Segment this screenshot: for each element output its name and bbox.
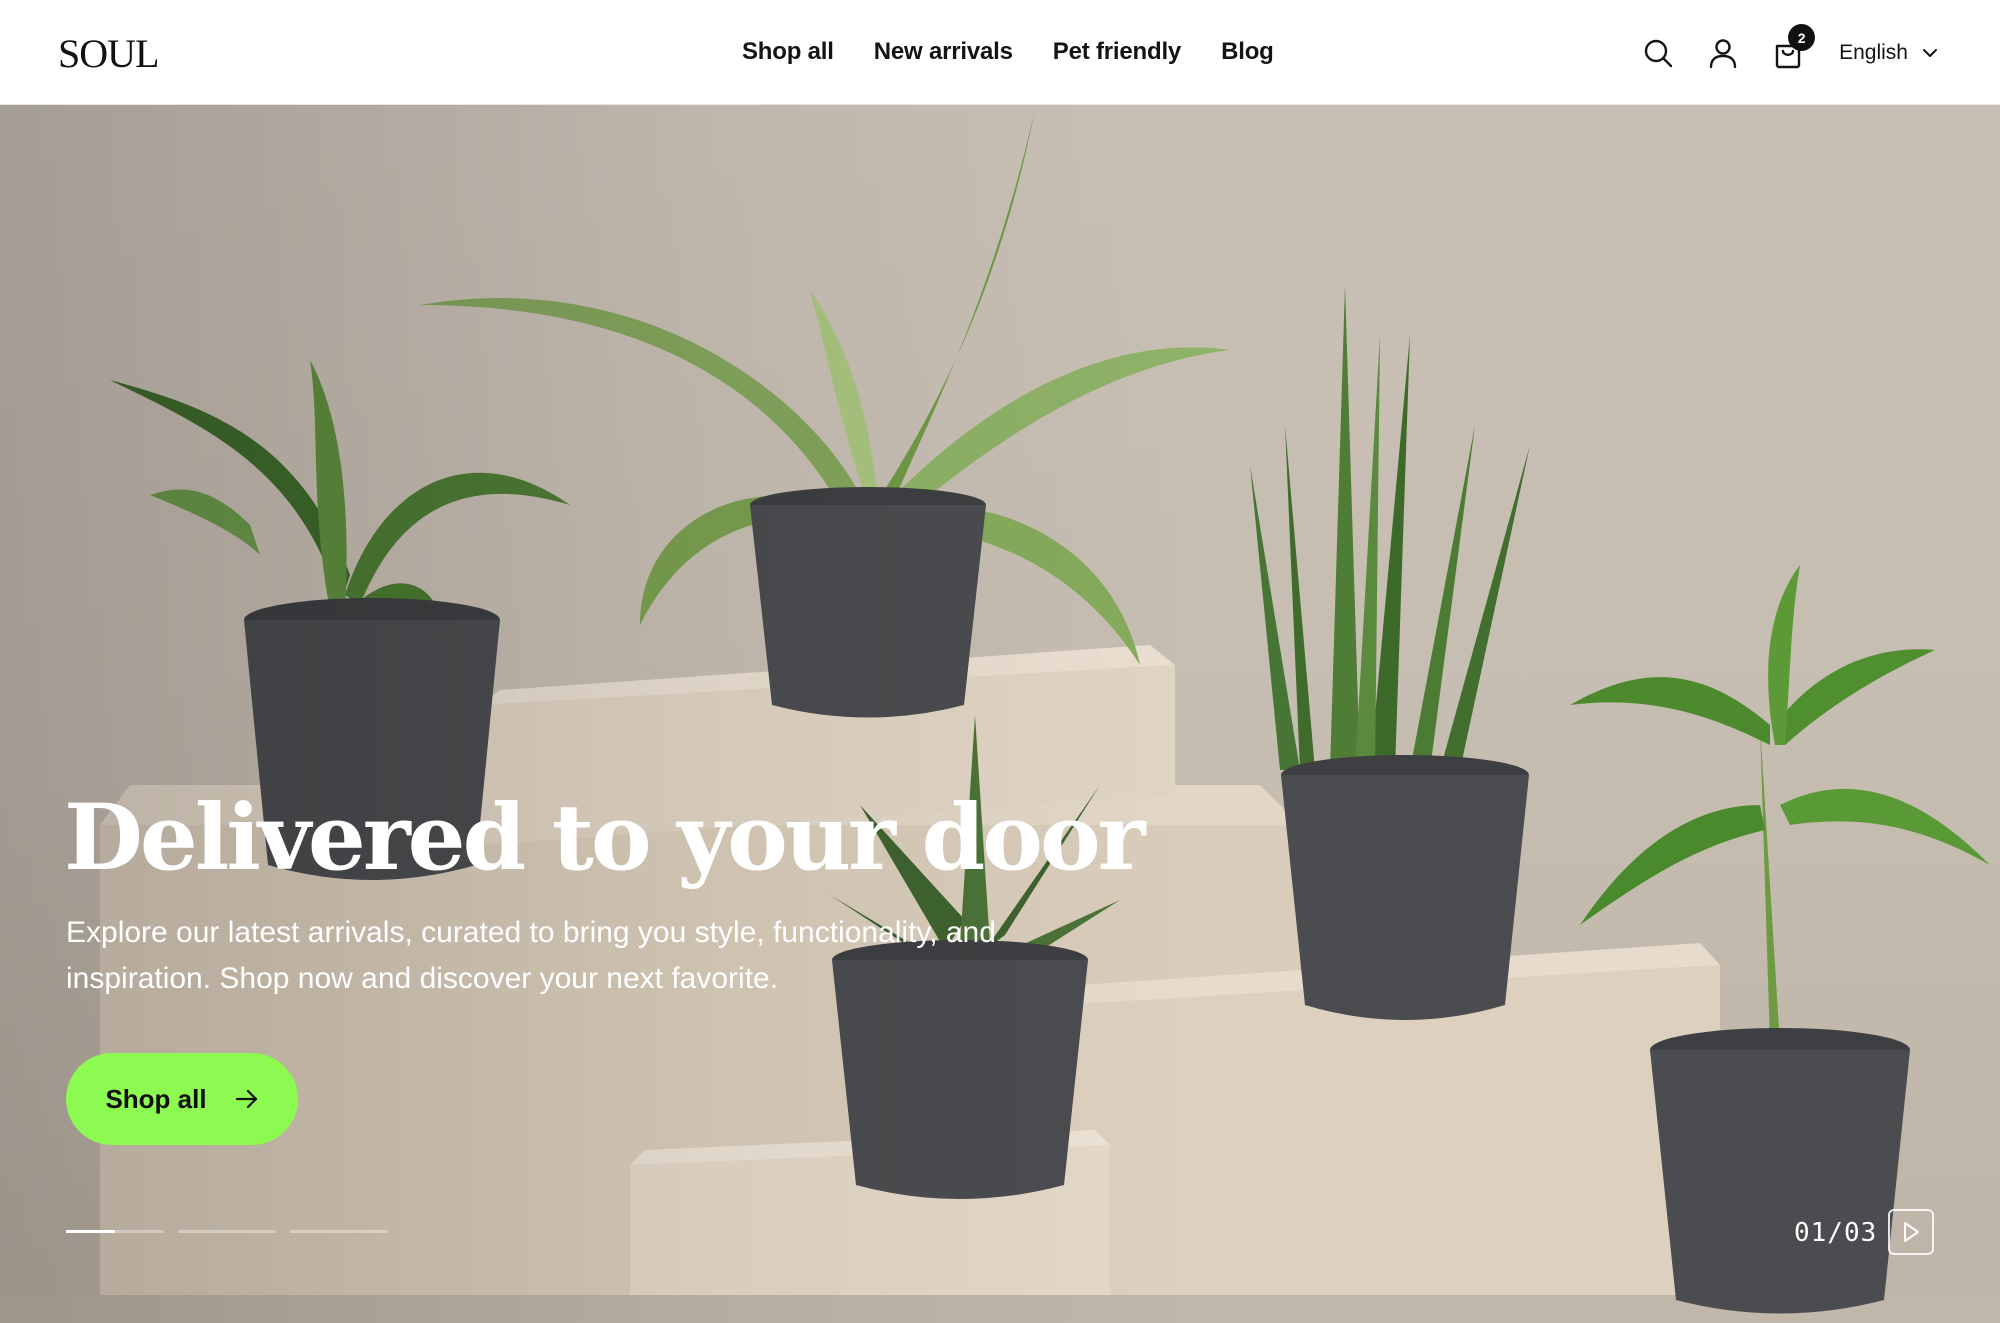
slide-progress-item[interactable] — [178, 1230, 276, 1233]
language-label: English — [1839, 41, 1908, 64]
search-button[interactable] — [1633, 28, 1683, 78]
nav-blog[interactable]: Blog — [1221, 38, 1274, 66]
main-nav: Shop all New arrivals Pet friendly Blog — [742, 38, 1274, 66]
search-icon — [1644, 39, 1673, 68]
nav-new-arrivals[interactable]: New arrivals — [874, 38, 1013, 66]
account-button[interactable] — [1698, 28, 1748, 78]
pot-3 — [1281, 755, 1529, 1020]
cart-count-badge: 2 — [1788, 24, 1816, 51]
brand-logo[interactable]: SOUL — [58, 30, 159, 77]
hero-title: Delivered to your door — [64, 785, 1146, 891]
play-button[interactable] — [1888, 1209, 1934, 1255]
slide-progress — [66, 1230, 388, 1233]
slide-progress-fill — [66, 1230, 115, 1233]
shop-all-button[interactable]: Shop all — [66, 1053, 298, 1145]
language-selector[interactable]: English — [1839, 41, 1938, 65]
cart-button[interactable]: 2 — [1763, 24, 1816, 78]
hero-subtitle: Explore our latest arrivals, curated to … — [66, 916, 996, 995]
pot-5 — [1650, 1028, 1910, 1314]
chevron-down-icon — [1923, 49, 1937, 57]
nav-pet-friendly[interactable]: Pet friendly — [1053, 38, 1182, 66]
slide-progress-item[interactable] — [290, 1230, 388, 1233]
hero-banner: Delivered to your door Explore our lates… — [0, 105, 2000, 1323]
play-icon — [1904, 1222, 1919, 1242]
slide-progress-item[interactable] — [66, 1230, 164, 1233]
header-actions: 2 English — [1633, 24, 1938, 78]
arrow-right-icon — [235, 1089, 257, 1109]
slide-counter: 01/03 — [1794, 1218, 1878, 1248]
account-icon — [1709, 39, 1737, 68]
shop-all-label: Shop all — [105, 1083, 207, 1114]
site-header: SOUL Shop all New arrivals Pet friendly … — [0, 0, 2000, 105]
nav-shop-all[interactable]: Shop all — [742, 38, 834, 66]
plant-snake — [1250, 285, 1530, 770]
